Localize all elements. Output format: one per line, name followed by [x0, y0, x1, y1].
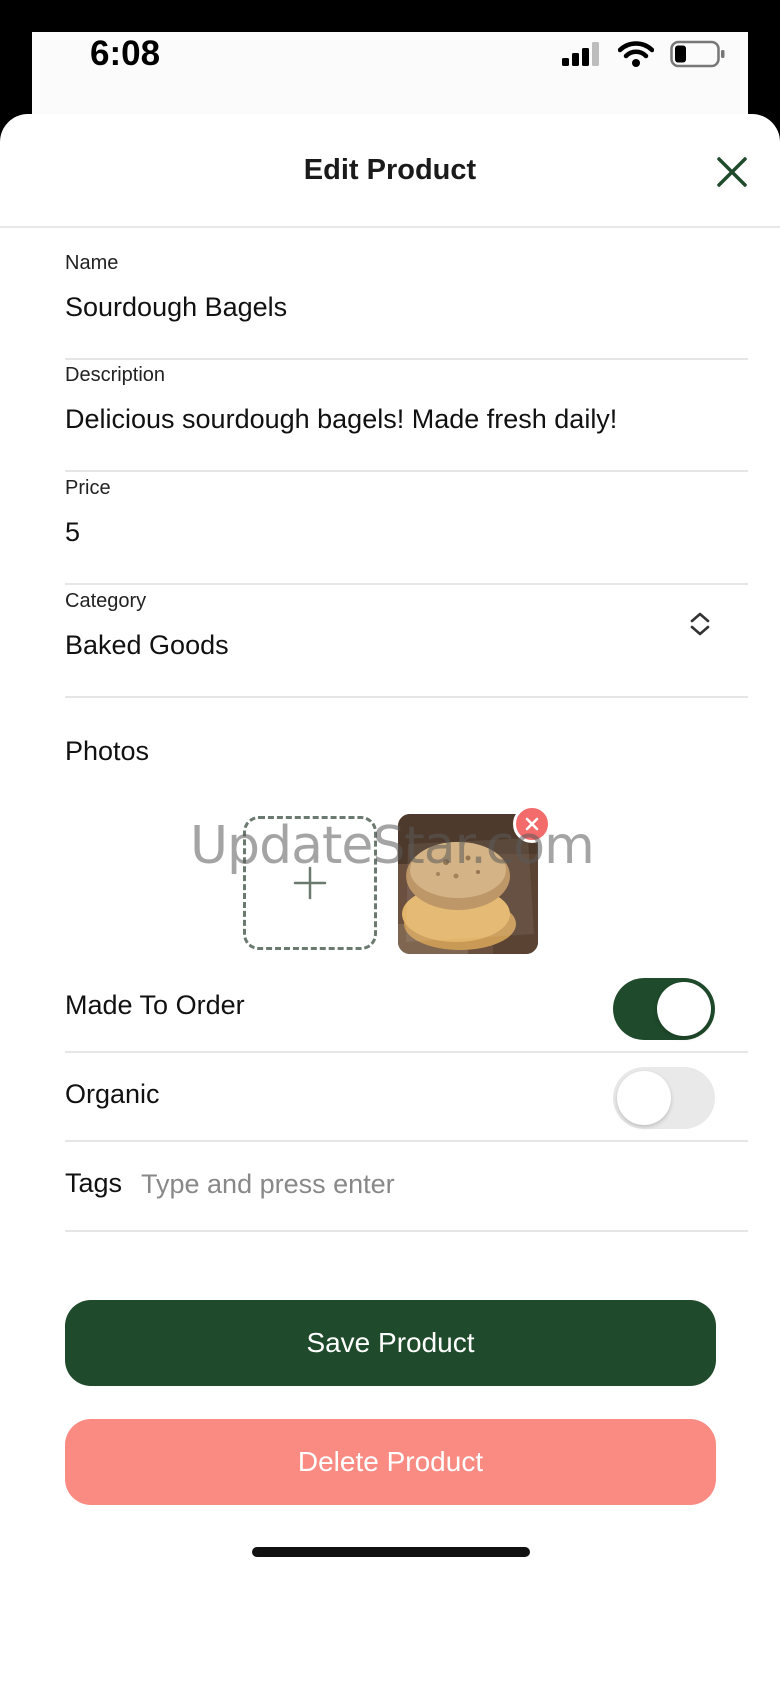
tags-input[interactable]: [141, 1162, 701, 1206]
price-label: Price: [65, 477, 111, 499]
description-field[interactable]: Description Delicious sourdough bagels! …: [65, 364, 748, 472]
status-time: 6:08: [90, 34, 161, 73]
tags-row: Tags: [65, 1142, 748, 1232]
photos-label: Photos: [65, 736, 150, 766]
organic-toggle[interactable]: [613, 1067, 715, 1129]
description-label: Description: [65, 364, 166, 386]
chevron-up-down-icon[interactable]: [688, 610, 712, 638]
made-to-order-row: Made To Order: [65, 964, 748, 1053]
name-label: Name: [65, 252, 119, 274]
close-icon: [717, 157, 747, 187]
save-product-button[interactable]: Save Product: [65, 1300, 716, 1386]
battery-icon: [670, 40, 725, 68]
add-photo-button[interactable]: [243, 816, 377, 950]
category-label: Category: [65, 590, 147, 612]
page-title: Edit Product: [303, 154, 477, 186]
status-bar: 6:08: [32, 32, 748, 116]
toggle-knob: [617, 1071, 671, 1125]
sheet-header: Edit Product: [0, 114, 780, 228]
close-button[interactable]: [714, 154, 750, 190]
remove-photo-button[interactable]: [513, 805, 551, 843]
description-input[interactable]: Delicious sourdough bagels! Made fresh d…: [65, 404, 617, 435]
edit-product-sheet: Edit Product Name Sourdough Bagels Descr…: [0, 114, 780, 1691]
status-icons: [562, 40, 726, 68]
x-icon: [525, 817, 539, 831]
toggle-knob: [657, 982, 711, 1036]
category-select[interactable]: Baked Goods: [65, 630, 229, 661]
plus-icon: [293, 866, 327, 900]
name-input[interactable]: Sourdough Bagels: [65, 292, 287, 323]
category-field[interactable]: Category Baked Goods: [65, 590, 748, 698]
tags-label: Tags: [65, 1168, 123, 1198]
home-indicator: [252, 1547, 530, 1557]
organic-label: Organic: [65, 1079, 160, 1109]
delete-product-button[interactable]: Delete Product: [65, 1419, 716, 1505]
price-field[interactable]: Price 5: [65, 477, 748, 585]
made-to-order-label: Made To Order: [65, 990, 245, 1020]
name-field[interactable]: Name Sourdough Bagels: [65, 252, 748, 360]
price-input[interactable]: 5: [65, 517, 80, 548]
organic-row: Organic: [65, 1053, 748, 1142]
cellular-signal-icon: [562, 42, 599, 66]
made-to-order-toggle[interactable]: [613, 978, 715, 1040]
wifi-icon: [618, 41, 654, 67]
